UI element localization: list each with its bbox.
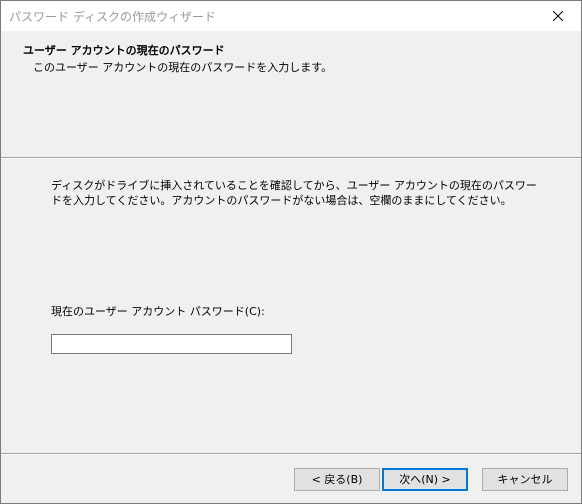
instruction-line-2: ドを入力してください。アカウントのパスワードがない場合は、空欄のままにしてくださ… <box>51 194 512 207</box>
window-title: パスワード ディスクの作成ウィザード <box>9 10 216 24</box>
instructions-text: ディスクがドライブに挿入されていることを確認してから、ユーザー アカウントの現在… <box>51 178 537 208</box>
header-subtitle: このユーザー アカウントの現在のパスワードを入力します。 <box>33 61 333 74</box>
header-divider <box>1 157 581 159</box>
close-button[interactable] <box>536 1 581 31</box>
wizard-window: パスワード ディスクの作成ウィザード ユーザー アカウントの現在のパスワード こ… <box>0 0 582 504</box>
password-input[interactable] <box>51 334 292 354</box>
password-label: 現在のユーザー アカウント パスワード(C): <box>51 305 265 318</box>
instruction-line-1: ディスクがドライブに挿入されていることを確認してから、ユーザー アカウントの現在… <box>51 179 537 192</box>
next-button[interactable]: 次へ(N) > <box>382 468 468 491</box>
header-title: ユーザー アカウントの現在のパスワード <box>23 44 225 57</box>
close-icon <box>553 11 563 21</box>
title-bar: パスワード ディスクの作成ウィザード <box>1 1 581 31</box>
footer-divider <box>1 453 581 455</box>
cancel-button[interactable]: キャンセル <box>482 468 568 491</box>
wizard-header: ユーザー アカウントの現在のパスワード このユーザー アカウントの現在のパスワー… <box>1 31 581 157</box>
back-button[interactable]: < 戻る(B) <box>294 468 380 491</box>
